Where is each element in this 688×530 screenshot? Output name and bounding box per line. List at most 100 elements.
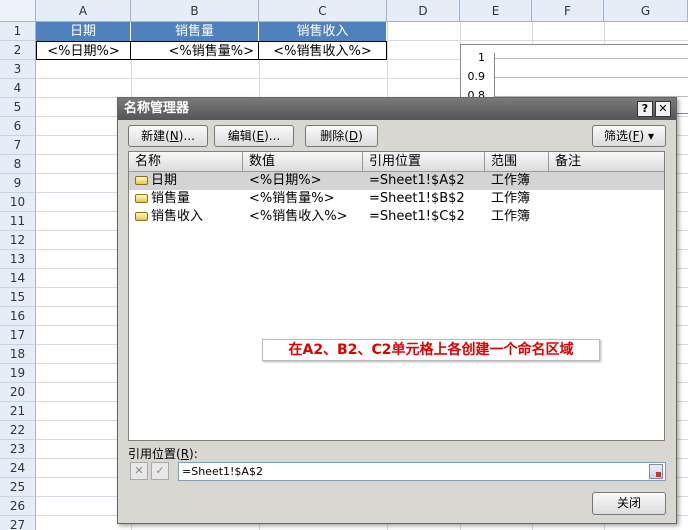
column-header-a[interactable]: A	[36, 0, 131, 22]
delete-button-suffix: )	[358, 129, 363, 143]
col-header-value[interactable]: 数值	[243, 152, 363, 172]
confirm-edit-button[interactable]: ✓	[151, 462, 169, 480]
column-header-d[interactable]: D	[387, 0, 460, 22]
new-button-suffix: )...	[178, 129, 195, 143]
row-header[interactable]: 10	[0, 193, 36, 212]
row-header[interactable]: 14	[0, 269, 36, 288]
name-row[interactable]: 销售收入 <%销售收入%> =Sheet1!$C$2 工作簿	[129, 208, 664, 226]
named-range-icon	[135, 212, 148, 221]
refers-to-label-key: R	[180, 447, 190, 461]
row-header[interactable]: 26	[0, 497, 36, 516]
value-cell: <%销售量%>	[249, 191, 335, 206]
row-header[interactable]: 23	[0, 440, 36, 459]
row-header[interactable]: 17	[0, 326, 36, 345]
row-header[interactable]: 3	[0, 60, 36, 79]
row-header[interactable]: 6	[0, 117, 36, 136]
name-row[interactable]: 日期 <%日期%> =Sheet1!$A$2 工作簿	[129, 172, 664, 190]
delete-button[interactable]: 删除(D)	[305, 125, 378, 147]
row-header[interactable]: 2	[0, 41, 36, 60]
refers-to-cell: =Sheet1!$B$2	[369, 191, 465, 206]
row-header[interactable]: 4	[0, 79, 36, 98]
dialog-title: 名称管理器	[124, 101, 190, 116]
named-range-icon	[135, 194, 148, 203]
close-button[interactable]: 关闭	[592, 492, 666, 515]
row-header[interactable]: 19	[0, 364, 36, 383]
list-header: 名称 数值 引用位置 范围 备注	[129, 152, 664, 172]
name-cell: 销售量	[131, 190, 190, 208]
row-header[interactable]: 8	[0, 155, 36, 174]
chart-tick-label: 0.9	[467, 70, 486, 83]
filter-button-suffix: ) ▾	[639, 129, 655, 143]
dialog-title-bar[interactable]: 名称管理器 ? ✕	[118, 98, 676, 120]
name-text: 日期	[151, 173, 178, 188]
edit-button-suffix: )...	[264, 129, 281, 143]
row-header[interactable]: 25	[0, 478, 36, 497]
row-header[interactable]: 20	[0, 383, 36, 402]
edit-button-key: E	[256, 129, 265, 143]
column-header-b[interactable]: B	[131, 0, 259, 22]
refers-to-input[interactable]: =Sheet1!$A$2	[178, 462, 666, 481]
named-range-icon	[135, 176, 148, 185]
name-cell: 日期	[131, 172, 177, 190]
row-header[interactable]: 16	[0, 307, 36, 326]
scope-cell: 工作簿	[491, 173, 531, 188]
annotation-callout: 在A2、B2、C2单元格上各创建一个命名区域	[262, 339, 600, 361]
names-list[interactable]: 名称 数值 引用位置 范围 备注 日期 <%日期%> =Sheet1!$A$2 …	[128, 151, 665, 441]
row-header[interactable]: 13	[0, 250, 36, 269]
help-button[interactable]: ?	[637, 101, 653, 117]
cell-b2[interactable]: <%销售量%>	[131, 41, 259, 60]
chart-gridline	[495, 58, 688, 59]
cell-b1[interactable]: 销售量	[131, 22, 259, 41]
col-header-name[interactable]: 名称	[129, 152, 243, 172]
refers-to-label-suffix: ):	[189, 447, 198, 461]
row-header[interactable]: 22	[0, 421, 36, 440]
row-header[interactable]: 24	[0, 459, 36, 478]
title-close-button[interactable]: ✕	[655, 101, 671, 117]
name-manager-dialog: 名称管理器 ? ✕ 新建(N)... 编辑(E)... 删除(D) 筛选(F) …	[117, 97, 677, 524]
column-header-c[interactable]: C	[259, 0, 387, 22]
collapse-dialog-icon[interactable]	[649, 464, 663, 479]
row-header[interactable]: 15	[0, 288, 36, 307]
chart-tick-label: 1	[478, 51, 485, 64]
name-text: 销售量	[151, 191, 191, 206]
row-header[interactable]: 5	[0, 98, 36, 117]
name-text: 销售收入	[151, 209, 204, 224]
column-header-f[interactable]: F	[532, 0, 604, 22]
row-header[interactable]: 18	[0, 345, 36, 364]
delete-button-label: 删除(	[320, 129, 349, 143]
chart-gridline	[495, 77, 688, 78]
row-header[interactable]: 12	[0, 231, 36, 250]
column-header-g[interactable]: G	[604, 0, 688, 22]
edit-button[interactable]: 编辑(E)...	[214, 125, 294, 147]
cancel-edit-button[interactable]: ✕	[130, 462, 148, 480]
filter-button-label: 筛选(	[603, 129, 633, 143]
name-row[interactable]: 销售量 <%销售量%> =Sheet1!$B$2 工作簿	[129, 190, 664, 208]
value-cell: <%日期%>	[249, 173, 322, 188]
column-header-e[interactable]: E	[460, 0, 532, 22]
cell-c2[interactable]: <%销售收入%>	[259, 41, 387, 60]
cell-a2[interactable]: <%日期%>	[36, 41, 131, 60]
col-header-scope[interactable]: 范围	[485, 152, 549, 172]
refers-to-input-value: =Sheet1!$A$2	[182, 465, 263, 478]
value-cell: <%销售收入%>	[249, 209, 348, 224]
row-header[interactable]: 1	[0, 22, 36, 41]
cell-c1[interactable]: 销售收入	[259, 22, 387, 41]
row-header[interactable]: 27	[0, 516, 36, 530]
row-header[interactable]: 9	[0, 174, 36, 193]
col-header-comment[interactable]: 备注	[549, 152, 664, 172]
filter-button[interactable]: 筛选(F) ▾	[592, 125, 666, 147]
new-button-label: 新建(	[141, 129, 170, 143]
select-all-corner[interactable]	[0, 0, 36, 22]
row-header[interactable]: 21	[0, 402, 36, 421]
scope-cell: 工作簿	[491, 209, 531, 224]
col-header-refers-to[interactable]: 引用位置	[363, 152, 485, 172]
refers-to-label-text: 引用位置(	[128, 447, 181, 461]
new-button[interactable]: 新建(N)...	[128, 125, 208, 147]
refers-to-cell: =Sheet1!$A$2	[369, 173, 465, 188]
row-header[interactable]: 7	[0, 136, 36, 155]
name-cell: 销售收入	[131, 208, 203, 226]
cell-a1[interactable]: 日期	[36, 22, 131, 41]
filter-button-key: F	[632, 129, 640, 143]
row-header[interactable]: 11	[0, 212, 36, 231]
refers-to-cell: =Sheet1!$C$2	[369, 209, 465, 224]
